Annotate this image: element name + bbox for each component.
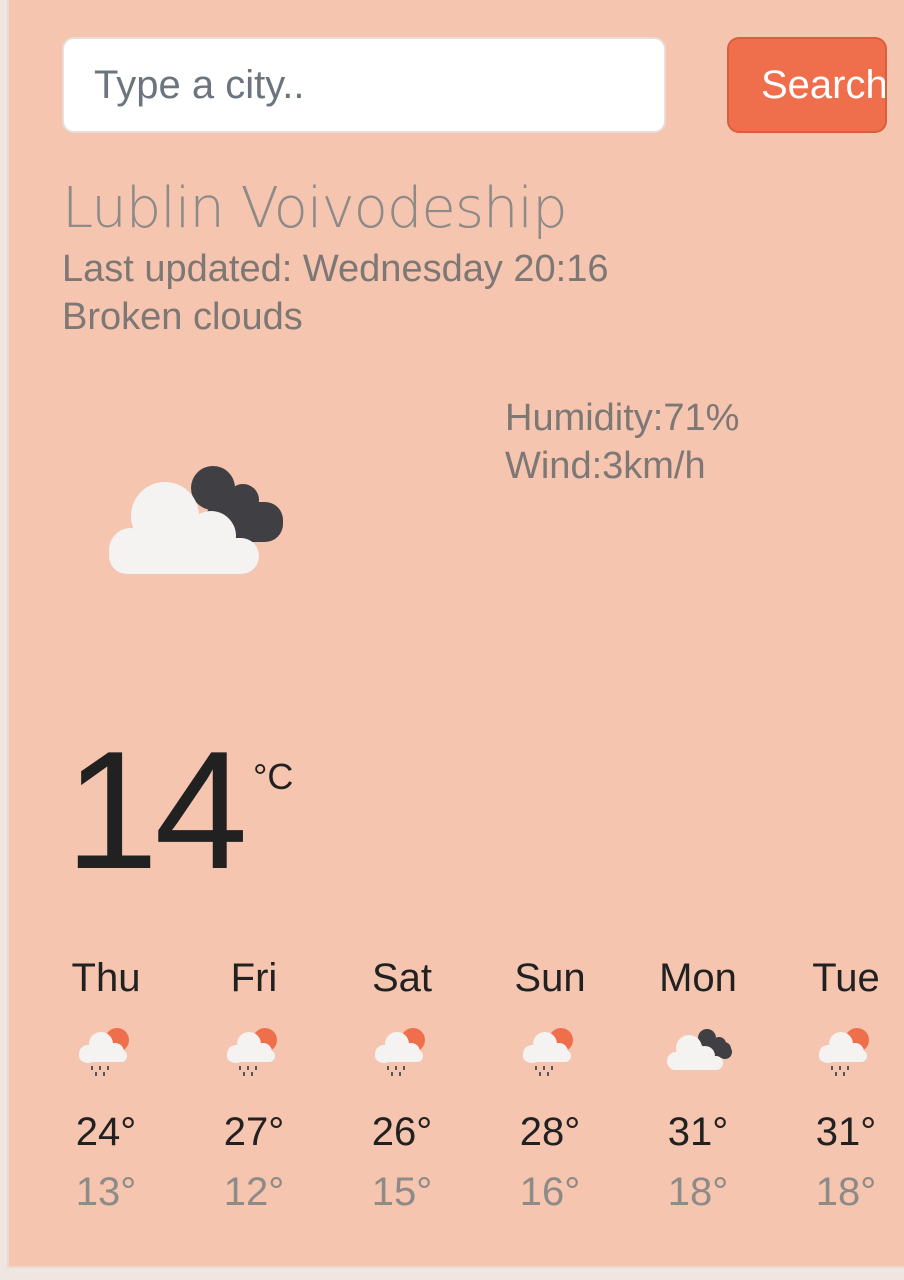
search-input[interactable] <box>62 37 666 133</box>
forecast-min-temp: 15° <box>371 1170 433 1214</box>
forecast-min-temp: 18° <box>667 1170 729 1214</box>
rain-sun-icon <box>79 1028 129 1076</box>
weather-card: Search Lublin Voivodeship Last updated: … <box>7 0 904 1268</box>
forecast-max-temp: 31° <box>815 1110 877 1154</box>
humidity: Humidity:71% <box>505 397 740 439</box>
forecast-max-temp: 27° <box>223 1110 285 1154</box>
forecast-day: Fri 27° 12° <box>180 952 328 1216</box>
forecast-max-temp: 28° <box>519 1110 581 1154</box>
current-temperature: 14 <box>65 716 248 904</box>
forecast-max-temp: 24° <box>75 1110 137 1154</box>
forecast-min-temp: 16° <box>519 1170 581 1214</box>
wind: Wind:3km/h <box>505 445 706 487</box>
temperature-unit: °C <box>253 756 294 797</box>
forecast-day-name: Tue <box>812 956 880 1000</box>
forecast-min-temp: 13° <box>75 1170 137 1214</box>
weather-details: Humidity:71% Wind:3km/h <box>505 394 739 490</box>
forecast-day: Mon 31° 18° <box>624 952 772 1216</box>
rain-sun-icon <box>819 1028 869 1076</box>
forecast-list: Thu 24° 13° Fri 27° 12° Sat 26° 15° Sun … <box>32 952 904 1216</box>
city-name: Lublin Voivodeship <box>62 176 568 241</box>
search-button[interactable]: Search <box>727 37 887 133</box>
forecast-min-temp: 12° <box>223 1170 285 1214</box>
forecast-day-name: Sun <box>514 956 586 1000</box>
rain-sun-icon <box>375 1028 425 1076</box>
broken-clouds-icon <box>109 466 283 574</box>
forecast-day-name: Mon <box>659 956 737 1000</box>
forecast-day-name: Fri <box>230 956 278 1000</box>
forecast-day: Sun 28° 16° <box>476 952 624 1216</box>
forecast-day: Thu 24° 13° <box>32 952 180 1216</box>
last-updated: Last updated: Wednesday 20:16 <box>62 248 609 290</box>
forecast-max-temp: 31° <box>667 1110 729 1154</box>
rain-sun-icon <box>227 1028 277 1076</box>
forecast-max-temp: 26° <box>371 1110 433 1154</box>
forecast-day-name: Thu <box>71 956 141 1000</box>
forecast-min-temp: 18° <box>815 1170 877 1214</box>
forecast-day: Sat 26° 15° <box>328 952 476 1216</box>
broken-clouds-icon <box>667 1029 732 1070</box>
forecast-day-name: Sat <box>371 956 433 1000</box>
rain-sun-icon <box>523 1028 573 1076</box>
forecast-day: Tue 31° 18° <box>772 952 904 1216</box>
weather-description: Broken clouds <box>62 296 303 338</box>
